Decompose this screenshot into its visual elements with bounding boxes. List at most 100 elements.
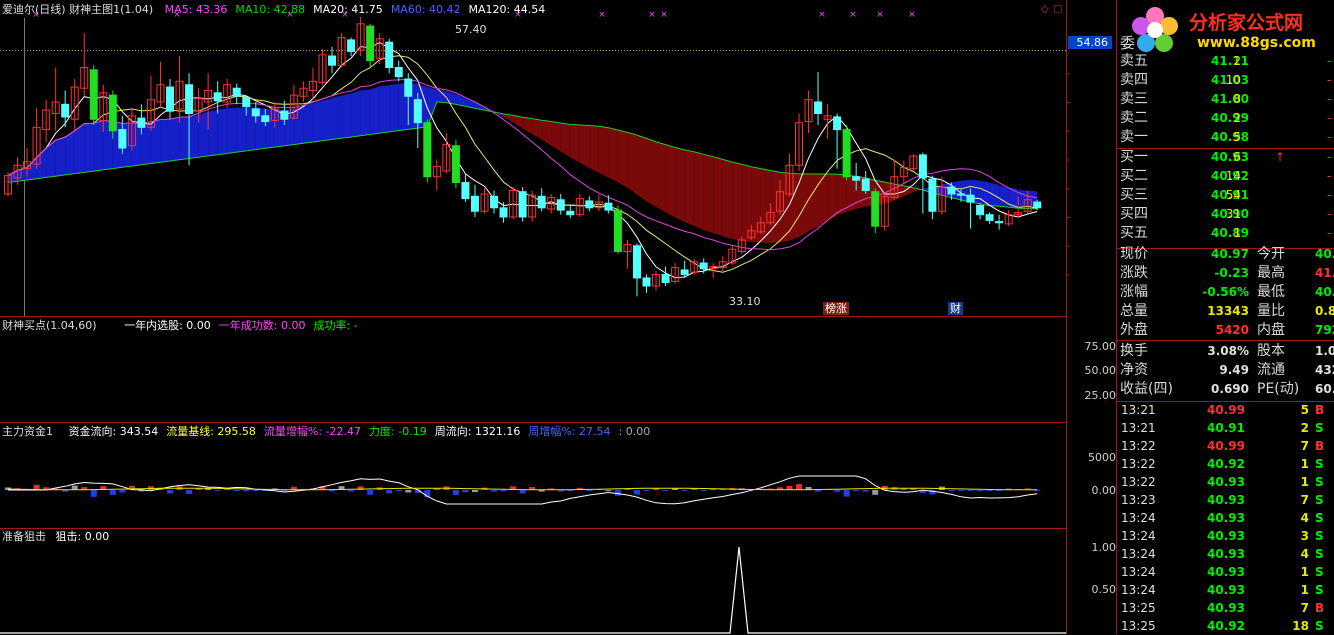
candle[interactable] [566, 205, 575, 219]
candle[interactable] [632, 243, 641, 297]
candle[interactable] [423, 119, 432, 183]
candle[interactable] [842, 125, 851, 181]
candle-body [461, 182, 470, 200]
candle[interactable] [794, 113, 803, 172]
orderbook-buy-row[interactable]: 买二 40.92 14- [1119, 167, 1334, 186]
candle[interactable] [918, 152, 927, 214]
candle[interactable] [556, 194, 565, 215]
panel3-item: 资金流向: 343.54 [68, 425, 159, 438]
candle[interactable] [61, 90, 70, 128]
candle[interactable] [871, 188, 880, 234]
candle[interactable] [661, 266, 670, 286]
tick-row[interactable]: 13:23 40.93 7 S [1119, 491, 1334, 509]
candle[interactable] [385, 38, 394, 74]
candle[interactable] [833, 113, 842, 169]
candle[interactable] [347, 37, 356, 56]
candle[interactable] [156, 61, 165, 108]
candle[interactable] [51, 67, 60, 131]
orderbook-label: 买三 [1120, 187, 1148, 203]
candle[interactable] [585, 196, 594, 212]
tick-row[interactable]: 13:24 40.93 1 S [1119, 581, 1334, 599]
orderbook-buy-row[interactable]: 买三 40.91 54- [1119, 186, 1334, 205]
candle[interactable] [451, 139, 460, 189]
candle[interactable] [42, 99, 51, 143]
ribbon-segment [989, 182, 1000, 207]
candle[interactable] [356, 16, 365, 56]
candle[interactable] [652, 271, 661, 291]
candle[interactable] [480, 188, 489, 214]
candle[interactable] [80, 33, 89, 97]
candle[interactable] [995, 214, 1004, 230]
candle[interactable] [604, 195, 613, 214]
candle[interactable] [432, 159, 441, 191]
candle[interactable] [671, 263, 680, 284]
candle[interactable] [118, 115, 127, 154]
tick-row[interactable]: 13:21 40.91 2 S [1119, 419, 1334, 437]
candle[interactable] [394, 60, 403, 82]
candle[interactable] [175, 56, 184, 123]
candle[interactable] [690, 258, 699, 275]
candle[interactable] [328, 46, 337, 74]
panel4-items: 狙击: 0.00 [56, 530, 118, 543]
candle[interactable] [4, 172, 12, 197]
panel-menu-icon[interactable]: ◇ [1041, 3, 1049, 16]
tick-row[interactable]: 13:24 40.93 1 S [1119, 563, 1334, 581]
candle[interactable] [814, 72, 823, 125]
orderbook-sell-row[interactable]: 卖五 41.11 2- [1119, 52, 1334, 71]
orderbook-buy-row[interactable]: 买四 40.90 31- [1119, 205, 1334, 224]
tick-row[interactable]: 13:22 40.93 1 S [1119, 473, 1334, 491]
event-label-cai[interactable]: 财 [948, 302, 963, 315]
candle[interactable] [89, 65, 98, 125]
event-label-bangzhang[interactable]: 榜涨 [823, 302, 849, 315]
candle[interactable] [490, 190, 499, 214]
orderbook-label: 卖二 [1120, 110, 1148, 126]
candle[interactable] [928, 175, 937, 220]
orderbook-sell-row[interactable]: 卖一 40.98 5- [1119, 128, 1334, 147]
candle[interactable] [642, 274, 651, 293]
candle[interactable] [213, 81, 222, 114]
candle[interactable] [299, 81, 308, 102]
candle[interactable] [232, 83, 241, 105]
tick-row[interactable]: 13:25 40.93 7 B [1119, 599, 1334, 617]
candle[interactable] [718, 256, 727, 272]
candle[interactable] [613, 205, 622, 254]
orderbook-sell-row[interactable]: 卖四 41.03 10- [1119, 71, 1334, 90]
candle[interactable] [518, 187, 527, 222]
tick-row[interactable]: 13:22 40.99 7 B [1119, 437, 1334, 455]
candle[interactable] [594, 194, 603, 212]
candle[interactable] [985, 212, 994, 224]
candle[interactable] [623, 240, 632, 269]
tick-row[interactable]: 13:25 40.92 18 S [1119, 617, 1334, 635]
candle[interactable] [899, 160, 908, 183]
candle[interactable] [861, 171, 870, 194]
orderbook-buy-row[interactable]: 买一 40.93 6 ↑ - [1119, 148, 1334, 167]
tick-row[interactable]: 13:24 40.93 4 S [1119, 509, 1334, 527]
candle[interactable] [413, 92, 422, 148]
orderbook-sell-row[interactable]: 卖二 40.99 2- [1119, 109, 1334, 128]
flow-bar [329, 490, 336, 492]
candle[interactable] [804, 90, 813, 134]
candle[interactable] [537, 188, 546, 212]
candle[interactable] [442, 133, 451, 174]
candle[interactable] [366, 23, 375, 68]
candle[interactable] [308, 67, 317, 99]
candle[interactable] [909, 153, 918, 171]
candle[interactable] [1004, 210, 1013, 227]
candle[interactable] [976, 203, 985, 220]
candle[interactable] [509, 187, 518, 220]
tick-row[interactable]: 13:24 40.93 4 S [1119, 545, 1334, 563]
tick-row[interactable]: 13:21 40.99 5 B [1119, 401, 1334, 419]
candle[interactable] [728, 244, 737, 266]
panel-close-icon[interactable]: □ [1053, 3, 1062, 16]
candle[interactable] [461, 174, 470, 203]
candle[interactable] [166, 79, 175, 120]
candle[interactable] [528, 190, 537, 222]
orderbook-buy-row[interactable]: 买五 40.89 1- [1119, 224, 1334, 243]
orderbook-sell-row[interactable]: 卖三 41.00 8- [1119, 90, 1334, 109]
candle[interactable] [318, 49, 327, 85]
stat-value: 40.60 [1315, 285, 1334, 299]
candle[interactable] [470, 184, 479, 217]
tick-row[interactable]: 13:24 40.93 3 S [1119, 527, 1334, 545]
ribbon-segment [370, 86, 380, 135]
tick-row[interactable]: 13:22 40.92 1 S [1119, 455, 1334, 473]
